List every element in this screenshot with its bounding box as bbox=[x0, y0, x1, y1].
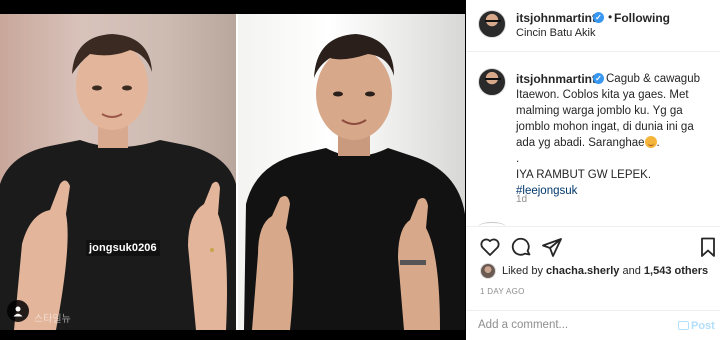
author-username[interactable]: itsjohnmartint bbox=[516, 11, 596, 25]
verified-badge-icon: ✓ bbox=[593, 12, 604, 23]
post-icon bbox=[678, 321, 689, 330]
post-side-panel: itsjohnmartint ✓ • Following Cincin Batu… bbox=[466, 0, 720, 340]
caption-line-3: . bbox=[516, 153, 520, 165]
post-header: itsjohnmartint ✓ • Following Cincin Batu… bbox=[466, 0, 720, 52]
caption-author-avatar[interactable] bbox=[478, 68, 506, 96]
liked-by-prefix: Liked by bbox=[502, 265, 543, 277]
likes-text: Liked by chacha.sherly and 1,543 others bbox=[502, 265, 708, 277]
right-person bbox=[244, 34, 465, 330]
follow-separator: • bbox=[608, 10, 613, 24]
image-watermark: jongsuk0206 bbox=[86, 240, 160, 256]
liked-by-user-link[interactable]: chacha.sherly bbox=[546, 265, 619, 277]
post-actions-bar bbox=[466, 226, 720, 264]
comments-section[interactable]: Cagub & cawagub Itaewon. Coblos kita ya … bbox=[466, 53, 720, 226]
share-icon[interactable] bbox=[540, 235, 564, 259]
comment-icon[interactable] bbox=[509, 235, 533, 259]
caption-line-2-end: . bbox=[656, 137, 660, 149]
caption-author-username[interactable]: itsjohnmartint bbox=[516, 72, 596, 86]
liker-avatar[interactable] bbox=[480, 263, 496, 279]
post-comment-button[interactable]: Post bbox=[678, 320, 715, 332]
add-comment-box: Post bbox=[466, 310, 720, 340]
person-icon bbox=[13, 306, 23, 317]
photo-people-illustration bbox=[0, 34, 465, 330]
tagged-people-button[interactable] bbox=[7, 300, 29, 322]
caption-verified-badge-icon: ✓ bbox=[593, 73, 604, 84]
following-button[interactable]: Following bbox=[614, 11, 670, 25]
caption-line-1: Cagub & cawagub bbox=[606, 73, 700, 85]
post-location[interactable]: Cincin Batu Akik bbox=[516, 27, 595, 39]
smiling-face-emoji-icon bbox=[644, 136, 657, 148]
likes-summary: Liked by chacha.sherly and 1,543 others bbox=[466, 261, 720, 281]
caption-line-2: Itaewon. Coblos kita ya gaes. Met malmin… bbox=[516, 89, 694, 149]
corner-logo-watermark: 스타일뉴 bbox=[34, 314, 71, 325]
bookmark-icon[interactable] bbox=[696, 235, 720, 259]
left-person bbox=[0, 34, 236, 330]
comment-input[interactable] bbox=[478, 319, 668, 331]
post-caption: Cagub & cawagub Itaewon. Coblos kita ya … bbox=[516, 71, 710, 199]
heart-icon[interactable] bbox=[478, 235, 502, 259]
post-image[interactable]: jongsuk0206 스타일뉴 bbox=[0, 14, 465, 330]
caption-line-4: IYA RAMBUT GW LEPEK. bbox=[516, 169, 652, 181]
post-date[interactable]: 1 DAY AGO bbox=[480, 287, 525, 296]
author-avatar[interactable] bbox=[478, 10, 506, 38]
likes-count-link[interactable]: 1,543 others bbox=[644, 265, 708, 277]
post-button-label: Post bbox=[691, 320, 715, 332]
liked-by-and: and bbox=[622, 265, 641, 277]
caption-timestamp[interactable]: 1d bbox=[516, 194, 527, 205]
